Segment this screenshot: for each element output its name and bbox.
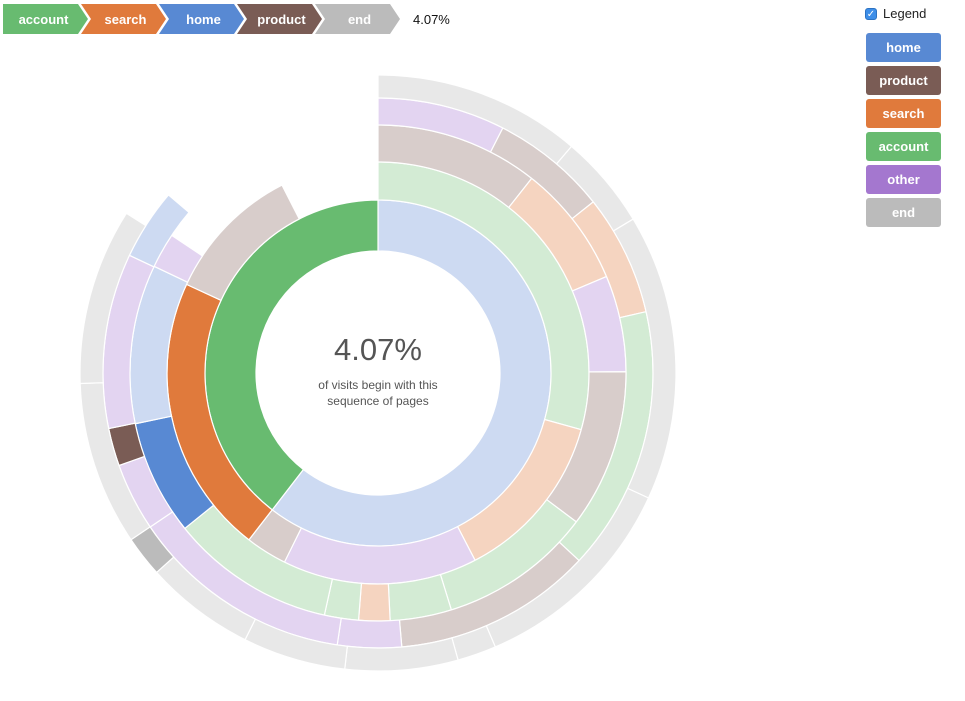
legend: home product search account other end	[866, 33, 941, 231]
legend-item-end: end	[866, 198, 941, 227]
legend-checkbox-icon[interactable]: ✓	[865, 7, 877, 20]
legend-item-home: home	[866, 33, 941, 62]
legend-item-other: other	[866, 165, 941, 194]
legend-toggle[interactable]: ✓ Legend	[865, 6, 926, 21]
sunburst-segment-search[interactable]	[357, 582, 391, 622]
center-caption: of visits begin with this sequence of pa…	[318, 378, 438, 408]
legend-item-product: product	[866, 66, 941, 95]
legend-toggle-label: Legend	[883, 6, 927, 21]
legend-item-account: account	[866, 132, 941, 161]
center-percentage: 4.07%	[334, 332, 422, 367]
legend-item-search: search	[866, 99, 941, 128]
sunburst-segment-other[interactable]	[336, 617, 403, 649]
